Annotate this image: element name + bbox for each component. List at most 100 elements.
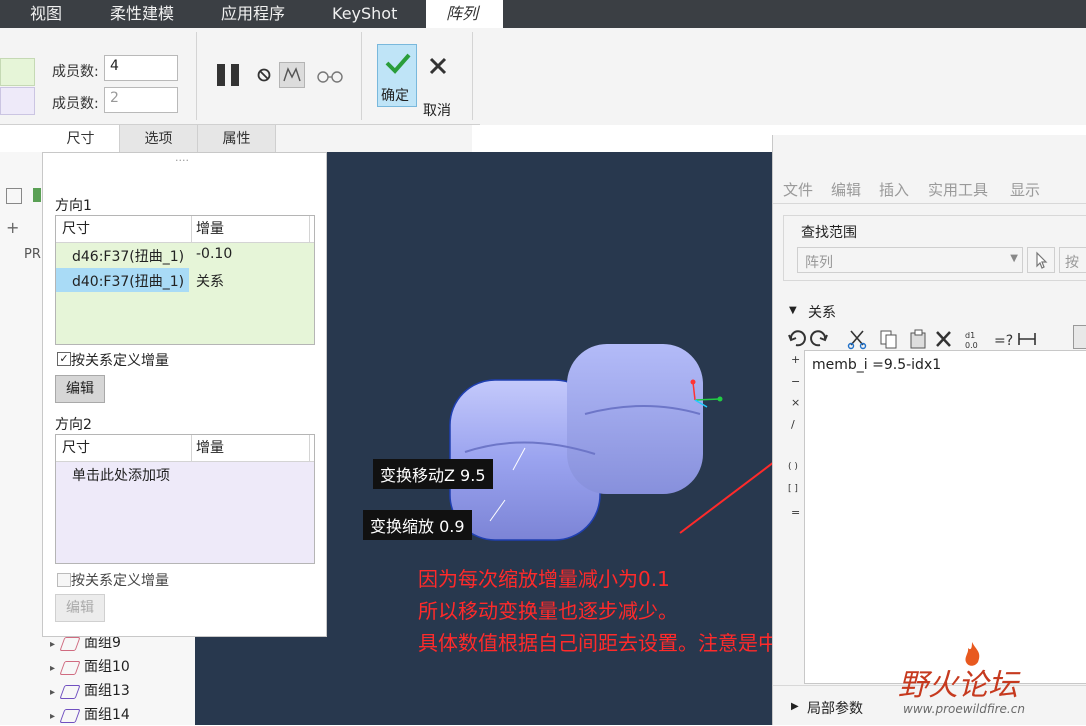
quilt-icon bbox=[59, 637, 81, 651]
ribbon: 成员数: 4 成员数: 2 确定 取消 bbox=[0, 28, 1086, 125]
edit-button-2[interactable]: 编辑 bbox=[55, 594, 105, 622]
expand-icon[interactable]: ▸ bbox=[50, 639, 55, 650]
display-toggle-icon[interactable] bbox=[1073, 325, 1086, 349]
operator-brackets[interactable]: [ ] bbox=[788, 484, 798, 494]
members-label-2: 成员数: bbox=[52, 96, 99, 112]
direction2-table: 尺寸 增量 单击此处添加项 bbox=[55, 434, 315, 564]
tree-tab-icon[interactable] bbox=[33, 188, 41, 202]
expand-icon[interactable]: ▸ bbox=[50, 687, 55, 698]
copy-icon[interactable] bbox=[879, 325, 901, 349]
column-header-dimension[interactable]: 尺寸 bbox=[62, 216, 90, 242]
menu-edit[interactable]: 编辑 bbox=[831, 179, 861, 200]
tree-item-quilt10[interactable]: 面组10 bbox=[84, 656, 130, 676]
by-relation-label-2: 按关系定义增量 bbox=[71, 573, 169, 589]
tree-fragment: PR bbox=[24, 247, 41, 262]
ribbon-separator bbox=[196, 32, 197, 120]
redo-icon[interactable] bbox=[817, 325, 839, 349]
checkmark-icon bbox=[385, 53, 411, 74]
menu-insert[interactable]: 插入 bbox=[879, 179, 909, 200]
pause-icon[interactable] bbox=[217, 64, 225, 86]
table-row[interactable]: d40:F37(扭曲_1) 关系 bbox=[56, 268, 314, 292]
operator-minus[interactable]: − bbox=[791, 375, 800, 388]
cursor-icon bbox=[1036, 251, 1048, 269]
geometry-preview-icon bbox=[283, 67, 301, 82]
expand-icon[interactable]: ▸ bbox=[50, 663, 55, 674]
tab-keyshot[interactable]: KeyShot bbox=[332, 0, 397, 28]
add-item-placeholder[interactable]: 单击此处添加项 bbox=[72, 465, 170, 485]
glasses-icon[interactable] bbox=[315, 68, 345, 84]
expand-icon[interactable]: ▸ bbox=[50, 711, 55, 722]
direction2-title: 方向2 bbox=[55, 417, 92, 433]
operator-multiply[interactable]: × bbox=[791, 396, 800, 409]
row-dimension: d40:F37(扭曲_1) bbox=[72, 274, 185, 290]
menu-file[interactable]: 文件 bbox=[783, 179, 813, 200]
subtab-dimensions[interactable]: 尺寸 bbox=[42, 125, 120, 153]
row-increment[interactable]: -0.10 bbox=[196, 246, 232, 262]
table-header bbox=[56, 435, 314, 462]
operator-plus[interactable]: + bbox=[791, 353, 800, 366]
cancel-button[interactable]: 取消 bbox=[421, 44, 455, 119]
table-header bbox=[56, 216, 314, 243]
local-params-label[interactable]: 局部参数 bbox=[807, 698, 863, 718]
table-row[interactable]: d46:F37(扭曲_1) -0.10 bbox=[56, 243, 314, 267]
select-pointer-button[interactable] bbox=[1027, 247, 1055, 273]
members-count-1-input[interactable]: 4 bbox=[104, 55, 178, 81]
column-header-increment[interactable]: 增量 bbox=[196, 435, 224, 461]
relations-window: 文件 编辑 插入 实用工具 显示 查找范围 阵列 ▼ 按 ▼ 关系 d1 0.0 … bbox=[772, 135, 1086, 725]
add-icon[interactable]: + bbox=[6, 218, 19, 237]
ok-label: 确定 bbox=[381, 88, 409, 104]
ok-button[interactable]: 确定 bbox=[377, 44, 417, 107]
cancel-label: 取消 bbox=[423, 103, 451, 119]
collapse-icon[interactable]: ▼ bbox=[789, 305, 797, 316]
members-count-2-input[interactable]: 2 bbox=[104, 87, 178, 113]
label-transform-scale[interactable]: 变换缩放 0.9 bbox=[363, 510, 472, 540]
row-increment[interactable]: 关系 bbox=[196, 271, 224, 291]
ribbon-tab-bar: 视图 柔性建模 应用程序 KeyShot 阵列 bbox=[0, 0, 1086, 28]
menu-display[interactable]: 显示 bbox=[1010, 179, 1040, 200]
menu-utilities[interactable]: 实用工具 bbox=[928, 179, 988, 200]
search-scope-select[interactable]: 阵列 ▼ bbox=[797, 247, 1023, 273]
no-preview-icon[interactable] bbox=[257, 68, 271, 82]
units-icon[interactable] bbox=[1017, 325, 1039, 349]
evaluate-icon[interactable] bbox=[991, 325, 1013, 349]
expand-icon[interactable]: ▶ bbox=[791, 701, 799, 712]
column-header-increment[interactable]: 增量 bbox=[196, 216, 224, 242]
menu-divider bbox=[773, 203, 1086, 204]
label-transform-move[interactable]: 变换移动Z 9.5 bbox=[373, 459, 493, 489]
note-line-2: 所以移动变换量也逐步减少。 bbox=[418, 599, 678, 623]
tab-flexible-modeling[interactable]: 柔性建模 bbox=[110, 0, 174, 28]
ribbon-separator bbox=[361, 32, 362, 120]
tab-view[interactable]: 视图 bbox=[30, 0, 62, 28]
tab-pattern[interactable]: 阵列 bbox=[426, 0, 503, 28]
note-line-1: 因为每次缩放增量减小为0.1 bbox=[418, 567, 670, 591]
operator-parentheses[interactable]: ( ) bbox=[788, 462, 798, 472]
relations-editor[interactable]: memb_i =9.5-idx1 bbox=[804, 350, 1086, 684]
operator-divide[interactable]: / bbox=[791, 418, 795, 431]
direction2-collector[interactable] bbox=[0, 87, 35, 115]
direction1-collector[interactable] bbox=[0, 58, 35, 86]
switch-dimension-icon[interactable] bbox=[963, 325, 985, 349]
tree-item-quilt14[interactable]: 面组14 bbox=[84, 704, 130, 724]
edit-button-1[interactable]: 编辑 bbox=[55, 375, 105, 403]
column-divider bbox=[191, 435, 192, 461]
column-header-dimension[interactable]: 尺寸 bbox=[62, 435, 90, 461]
by-relation-checkbox-1[interactable]: ✓ bbox=[57, 352, 71, 366]
dimensions-panel: .... 方向1 尺寸 增量 d46:F37(扭曲_1) -0.10 d40:F… bbox=[42, 151, 327, 637]
subtab-properties[interactable]: 属性 bbox=[198, 125, 276, 153]
panel-drag-handle[interactable]: .... bbox=[175, 151, 189, 164]
tree-tool-icon[interactable] bbox=[6, 188, 22, 204]
tab-applications[interactable]: 应用程序 bbox=[221, 0, 285, 28]
by-relation-label-1: 按关系定义增量 bbox=[71, 353, 169, 369]
undo-icon[interactable] bbox=[783, 325, 805, 349]
cut-icon[interactable] bbox=[849, 325, 871, 349]
delete-icon[interactable] bbox=[937, 325, 959, 349]
scope-button[interactable]: 按 bbox=[1059, 247, 1086, 273]
tree-item-quilt13[interactable]: 面组13 bbox=[84, 680, 130, 700]
operator-equals[interactable]: = bbox=[791, 506, 800, 519]
relation-line[interactable]: memb_i =9.5-idx1 bbox=[812, 357, 941, 373]
subtab-options[interactable]: 选项 bbox=[120, 125, 198, 153]
paste-icon[interactable] bbox=[909, 325, 931, 349]
pattern-member-2[interactable] bbox=[567, 344, 703, 494]
geometry-preview-toggle[interactable] bbox=[279, 62, 305, 88]
by-relation-checkbox-2[interactable] bbox=[57, 573, 71, 587]
